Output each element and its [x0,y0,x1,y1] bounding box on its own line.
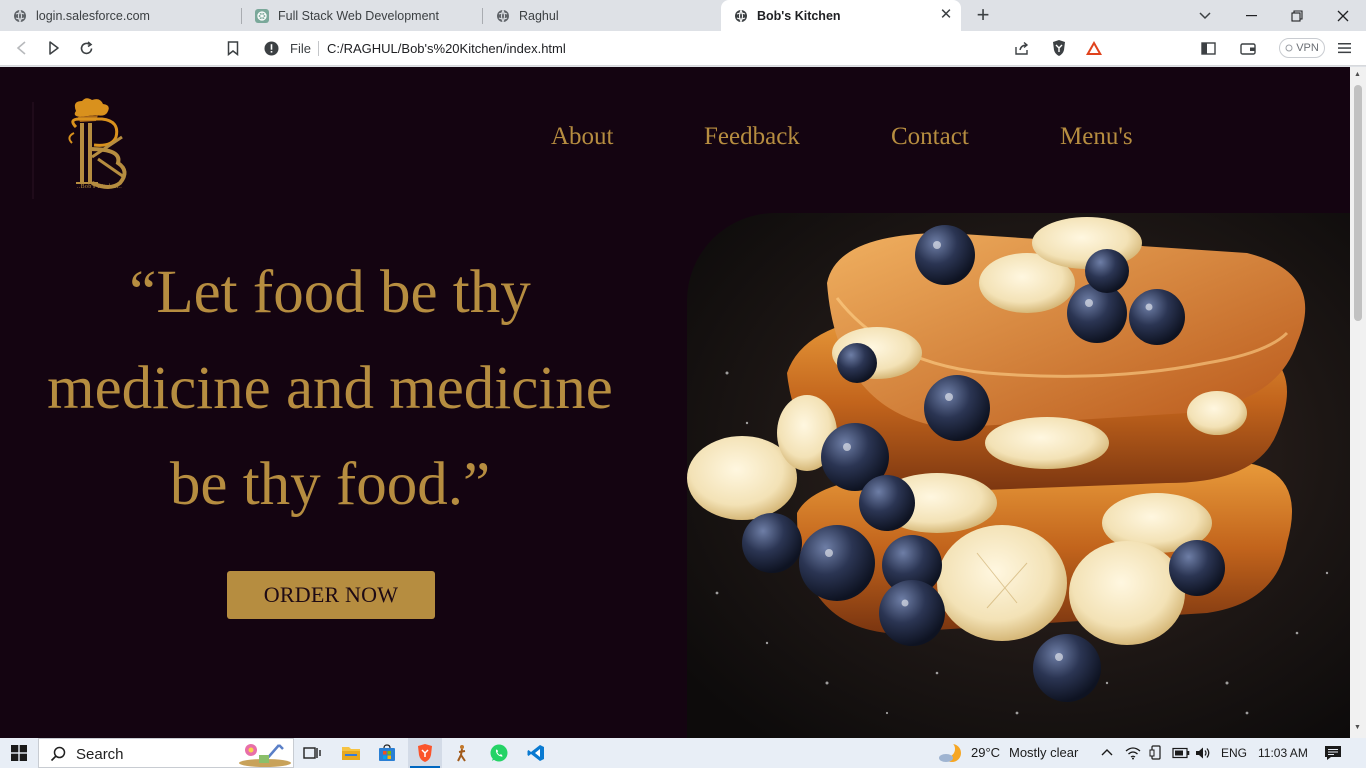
info-icon[interactable] [264,41,279,56]
restore-button[interactable] [1274,0,1320,31]
menu-icon[interactable] [1333,37,1355,59]
nav-contact[interactable]: Contact [891,123,969,151]
scrollbar-thumb[interactable] [1354,85,1362,321]
nav-feedback[interactable]: Feedback [704,123,800,151]
share-icon[interactable] [1010,37,1032,59]
tab-label: Full Stack Web Development [278,8,439,23]
notifications-icon[interactable] [1324,745,1342,761]
windows-start-icon[interactable] [7,741,31,765]
whatsapp-icon[interactable] [487,741,511,765]
search-label: Search [76,746,124,763]
sidebar-toggle-icon[interactable] [1197,37,1219,59]
windows-taskbar: Search 29°C Mostly clear ENG 11:03 AM [0,738,1366,768]
taskbar-search-box[interactable]: Search [38,738,294,768]
browser-tabstrip: login.salesforce.com Full Stack Web Deve… [0,0,1366,31]
hero-quote: “Let food be thy medicine and medicine b… [20,245,640,533]
clock-time[interactable]: 11:03 AM [1258,746,1308,760]
tab-label: Bob's Kitchen [757,8,841,23]
weather-description[interactable]: Mostly clear [1009,745,1078,760]
wifi-icon[interactable] [1125,746,1141,760]
quote-line: be thy food.” [169,451,491,518]
forward-play-icon[interactable] [43,37,65,59]
nav-about[interactable]: About [551,123,614,151]
volume-icon[interactable] [1195,746,1211,760]
omnibox-divider [318,41,319,56]
new-tab-button[interactable]: + [972,4,994,27]
tab-salesforce[interactable]: login.salesforce.com [0,0,242,31]
brave-browser-icon[interactable] [413,741,437,765]
browser-toolbar: File C:/RAGHUL/Bob's%20Kitchen/index.htm… [0,31,1366,81]
url-scheme: File [290,41,311,56]
tab-label: Raghul [519,8,559,23]
address-bar[interactable]: File C:/RAGHUL/Bob's%20Kitchen/index.htm… [256,34,1111,63]
close-window-button[interactable] [1320,0,1366,31]
globe-icon [735,9,747,22]
url-text[interactable]: C:/RAGHUL/Bob's%20Kitchen/index.html [327,41,566,56]
french-toast-image [687,213,1350,738]
vpn-button[interactable]: VPN [1279,38,1325,58]
app-runner-icon[interactable] [450,741,474,765]
wallet-icon[interactable] [1237,37,1259,59]
tab-full-stack[interactable]: Full Stack Web Development [242,0,483,31]
logo-tagline: ..Bob's Kitchen.. [77,184,123,190]
bookmark-icon[interactable] [222,37,244,59]
close-tab-icon[interactable]: ✕ [939,7,953,22]
weather-moon-icon[interactable] [938,741,964,765]
quote-line: medicine and medicine [47,355,613,422]
globe-icon [497,9,509,22]
battery-icon[interactable] [1172,747,1190,759]
weather-temperature[interactable]: 29°C [971,745,1000,760]
openai-icon [255,8,269,23]
show-hidden-icons-chevron-icon[interactable] [1101,748,1113,756]
order-now-button[interactable]: ORDER NOW [227,571,435,619]
brave-shield-icon[interactable] [1048,37,1070,59]
task-view-icon[interactable] [300,741,324,765]
page-viewport: ..Bob's Kitchen.. About Feedback Contact… [0,67,1350,738]
vpn-label: VPN [1296,42,1319,54]
minimize-button[interactable] [1228,0,1274,31]
search-icon [50,746,66,762]
back-arrow-icon[interactable] [11,37,33,59]
input-language[interactable]: ENG [1221,746,1247,760]
quote-line: “Let food be thy [129,259,531,326]
brave-rewards-icon[interactable] [1083,37,1105,59]
page-scrollbar[interactable]: ▲ ▼ [1350,67,1366,738]
tab-bobs-kitchen[interactable]: Bob's Kitchen ✕ [721,0,961,31]
reload-icon[interactable] [75,37,97,59]
tab-raghul[interactable]: Raghul [483,0,720,31]
microsoft-store-icon[interactable] [375,741,399,765]
tab-label: login.salesforce.com [36,8,150,23]
scroll-up-arrow-icon[interactable]: ▲ [1354,71,1361,78]
tab-search-chevron-icon[interactable] [1182,0,1228,31]
vpn-status-icon [1285,44,1293,52]
device-icon[interactable] [1149,745,1163,761]
search-highlight-art-icon [239,744,291,767]
vscode-icon[interactable] [524,741,548,765]
nav-menus[interactable]: Menu's [1060,123,1133,151]
file-explorer-icon[interactable] [339,741,363,765]
scroll-down-arrow-icon[interactable]: ▼ [1354,724,1361,731]
globe-icon [14,9,26,22]
